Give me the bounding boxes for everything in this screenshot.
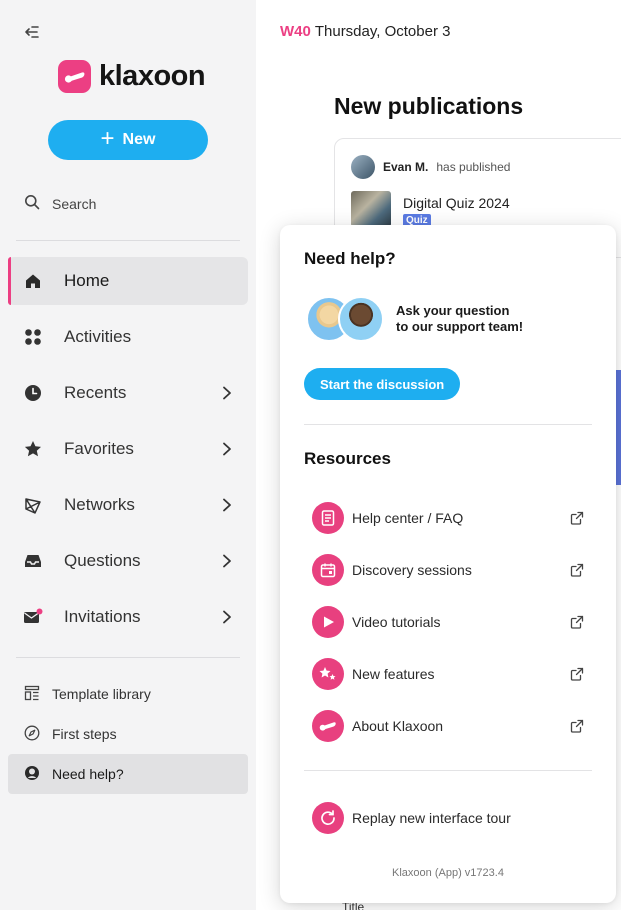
publication-title: Digital Quiz 2024 xyxy=(403,195,510,211)
support-prompt: Ask your question to our support team! xyxy=(396,303,523,335)
resource-discovery-sessions[interactable]: Discovery sessions xyxy=(312,544,584,596)
mail-icon xyxy=(22,606,44,628)
popover-divider xyxy=(304,770,592,771)
klaxoon-logo[interactable]: klaxoon xyxy=(58,60,206,93)
chevron-right-icon xyxy=(222,497,232,517)
logo-text: klaxoon xyxy=(99,60,206,92)
need-help-link[interactable]: Need help? xyxy=(8,754,248,794)
background-card-edge xyxy=(616,370,621,485)
search-icon xyxy=(24,194,40,213)
collapse-sidebar-icon[interactable] xyxy=(22,22,42,42)
first-steps-link[interactable]: First steps xyxy=(8,714,248,754)
sidebar-item-activities[interactable]: Activities xyxy=(8,313,248,361)
template-library-link[interactable]: Template library xyxy=(8,674,248,714)
replay-tour-button[interactable]: Replay new interface tour xyxy=(312,802,511,834)
sidebar-item-favorites[interactable]: Favorites xyxy=(8,425,248,473)
search-label: Search xyxy=(52,195,97,212)
template-library-label: Template library xyxy=(52,686,151,702)
sidebar-item-recents[interactable]: Recents xyxy=(8,369,248,417)
sidebar-item-label: Networks xyxy=(64,495,135,514)
external-link-icon xyxy=(570,615,584,634)
new-button[interactable]: + New xyxy=(48,120,208,160)
help-popover: Need help? Ask your question to our supp… xyxy=(280,225,616,903)
support-avatars xyxy=(306,296,386,342)
support-prompt-line1: Ask your question xyxy=(396,303,510,318)
section-title: New publications xyxy=(334,93,524,119)
resource-video-tutorials[interactable]: Video tutorials xyxy=(312,596,584,648)
search-button[interactable]: Search xyxy=(24,194,96,213)
sidebar-item-label: Recents xyxy=(64,383,127,402)
activities-grid-icon xyxy=(22,326,44,348)
calendar-icon xyxy=(312,554,344,586)
resource-label: Discovery sessions xyxy=(352,562,472,578)
compass-icon xyxy=(24,725,40,744)
resource-label: Video tutorials xyxy=(352,614,441,630)
date-text: Thursday, October 3 xyxy=(314,23,451,40)
sidebar-divider xyxy=(16,657,240,658)
home-icon xyxy=(22,270,44,292)
resources-list: Help center / FAQ Discovery sessions Vid… xyxy=(312,492,584,752)
document-icon xyxy=(312,502,344,534)
clock-icon xyxy=(22,382,44,404)
play-icon xyxy=(312,606,344,638)
resource-label: New features xyxy=(352,666,435,682)
help-icon xyxy=(24,765,40,784)
popover-divider xyxy=(304,424,592,425)
need-help-label: Need help? xyxy=(52,766,124,782)
template-icon xyxy=(24,685,40,704)
sidebar-item-networks[interactable]: Networks xyxy=(8,481,248,529)
sidebar-item-questions[interactable]: Questions xyxy=(8,537,248,585)
external-link-icon xyxy=(570,563,584,582)
chevron-right-icon xyxy=(222,609,232,629)
sidebar-item-label: Home xyxy=(64,271,110,290)
resource-about-klaxoon[interactable]: About Klaxoon xyxy=(312,700,584,752)
klaxoon-logo-icon xyxy=(58,60,91,93)
sidebar-item-home[interactable]: Home xyxy=(8,257,248,305)
sidebar-item-label: Activities xyxy=(64,327,132,346)
popover-title: Need help? xyxy=(304,249,396,268)
replay-icon xyxy=(312,802,344,834)
resource-new-features[interactable]: New features xyxy=(312,648,584,700)
start-discussion-button[interactable]: Start the discussion xyxy=(304,368,461,400)
resource-label: About Klaxoon xyxy=(352,718,444,734)
date-header: W40 Thursday, October 3 xyxy=(280,23,450,40)
external-link-icon xyxy=(570,667,584,686)
replay-tour-label: Replay new interface tour xyxy=(352,810,511,826)
week-number: W40 xyxy=(280,23,311,40)
app-version: Klaxoon (App) v1723.4 xyxy=(392,867,504,879)
chevron-right-icon xyxy=(222,441,232,461)
avatar xyxy=(338,296,384,342)
publication-thumbnail xyxy=(351,191,391,227)
inbox-icon xyxy=(22,550,44,572)
author-name: Evan M. xyxy=(383,160,429,174)
new-button-label: New xyxy=(122,131,156,148)
sidebar-divider xyxy=(16,240,240,241)
chevron-right-icon xyxy=(222,385,232,405)
publication-author: Evan M. has published xyxy=(351,155,510,179)
avatar xyxy=(351,155,375,179)
first-steps-label: First steps xyxy=(52,726,117,742)
network-icon xyxy=(22,494,44,516)
main-nav: Home Activities Recents Favorites Networ… xyxy=(8,257,248,649)
sidebar-item-invitations[interactable]: Invitations xyxy=(8,593,248,641)
star-icon xyxy=(22,438,44,460)
resource-help-center[interactable]: Help center / FAQ xyxy=(312,492,584,544)
external-link-icon xyxy=(570,719,584,738)
sidebar-item-label: Invitations xyxy=(64,607,141,626)
external-link-icon xyxy=(570,511,584,530)
sidebar-item-label: Questions xyxy=(64,551,141,570)
publish-action: has published xyxy=(436,160,511,174)
sidebar: klaxoon + New Search Home Activities Rec… xyxy=(0,0,256,910)
resource-label: Help center / FAQ xyxy=(352,510,464,526)
plus-icon: + xyxy=(100,125,115,152)
klaxoon-logo-icon xyxy=(312,710,344,742)
support-prompt-line2: to our support team! xyxy=(396,319,524,334)
chevron-right-icon xyxy=(222,553,232,573)
sidebar-bottom-links: Template library First steps Need help? xyxy=(8,674,248,794)
sparkle-stars-icon xyxy=(312,658,344,690)
sidebar-item-label: Favorites xyxy=(64,439,134,458)
resources-title: Resources xyxy=(304,449,391,468)
